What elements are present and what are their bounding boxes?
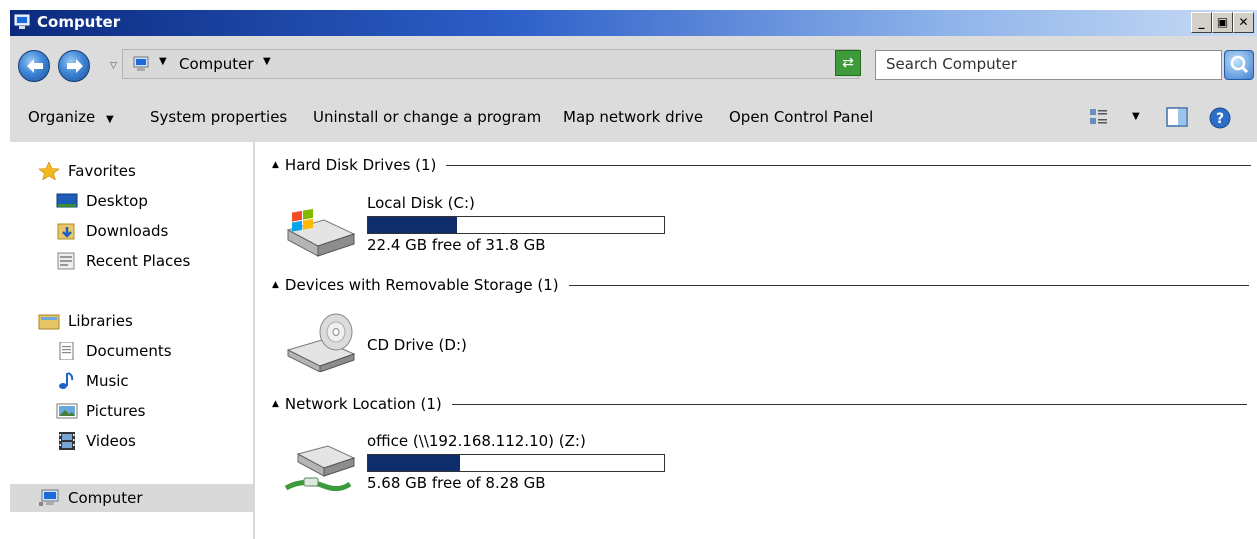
videos-icon [59, 432, 75, 450]
sidebar-label: Computer [68, 489, 143, 507]
search-placeholder: Search Computer [886, 55, 1017, 73]
sidebar-label: Favorites [68, 162, 136, 180]
recent-pages-dropdown[interactable]: ▽ [110, 61, 117, 71]
sidebar-item-documents[interactable]: Documents [56, 342, 172, 360]
restore-button[interactable]: ▣ [1212, 12, 1233, 33]
svg-text:?: ? [1216, 111, 1224, 127]
recent-places-icon [57, 252, 75, 270]
group-title: Devices with Removable Storage (1) [284, 276, 559, 294]
help-icon[interactable]: ? [1208, 106, 1232, 130]
command-bar: Organize ▼ System properties Uninstall o… [10, 94, 1257, 142]
sidebar-item-desktop[interactable]: Desktop [56, 192, 148, 210]
desktop-icon [56, 193, 78, 208]
sidebar-label: Pictures [86, 402, 146, 420]
sidebar-label: Videos [86, 432, 136, 450]
sidebar-item-favorites[interactable]: Favorites [38, 162, 136, 180]
group-title: Hard Disk Drives (1) [284, 156, 437, 174]
forward-arrow-icon [67, 59, 83, 73]
forward-button[interactable] [58, 50, 90, 82]
libraries-icon [38, 314, 60, 330]
open-control-panel-button[interactable]: Open Control Panel [729, 108, 873, 126]
refresh-button[interactable]: ⇄ [835, 50, 861, 76]
address-bar[interactable]: ▼ Computer ▼ ▼ [122, 49, 859, 79]
group-divider [568, 284, 1249, 286]
sidebar-label: Documents [86, 342, 172, 360]
drive-space-c: 22.4 GB free of 31.8 GB [367, 236, 546, 254]
downloads-folder-icon [57, 223, 75, 240]
pictures-icon [56, 403, 78, 419]
drive-usage-fill [368, 455, 460, 471]
group-header-removable-storage[interactable]: ▲ Devices with Removable Storage (1) [272, 276, 1249, 294]
back-button[interactable] [18, 50, 50, 82]
sidebar-item-computer[interactable]: Computer [10, 484, 253, 512]
collapse-arrow-icon: ▲ [272, 399, 279, 409]
navigation-pane: Favorites Desktop Downloads Recent Place… [10, 142, 255, 539]
music-icon [59, 372, 74, 389]
group-title: Network Location (1) [284, 395, 442, 413]
documents-icon [59, 342, 74, 360]
address-row: ▽ ▼ Computer ▼ ▼ ⇄ Search Computer [10, 36, 1257, 95]
chevron-down-icon: ▼ [105, 114, 114, 125]
view-options-dropdown[interactable]: ▼ [1132, 111, 1140, 122]
computer-icon [133, 56, 149, 71]
cd-drive-icon[interactable] [284, 312, 356, 372]
minimize-button[interactable]: _ [1191, 12, 1212, 33]
network-drive-icon[interactable] [284, 440, 356, 500]
drive-name-d[interactable]: CD Drive (D:) [367, 336, 467, 354]
drive-usage-bar-c [367, 216, 665, 234]
sidebar-item-pictures[interactable]: Pictures [56, 402, 145, 420]
collapse-arrow-icon: ▲ [272, 160, 279, 170]
sidebar-item-recent-places[interactable]: Recent Places [56, 252, 190, 270]
drive-usage-bar-z [367, 454, 665, 472]
computer-icon [14, 14, 30, 29]
group-header-hard-disk-drives[interactable]: ▲ Hard Disk Drives (1) [272, 156, 1252, 174]
star-icon [38, 162, 60, 180]
collapse-arrow-icon: ▲ [272, 280, 279, 290]
group-divider [446, 164, 1252, 166]
computer-icon [39, 489, 59, 506]
organize-label: Organize [28, 108, 96, 126]
drive-space-z: 5.68 GB free of 8.28 GB [367, 474, 546, 492]
sidebar-item-music[interactable]: Music [56, 372, 129, 390]
sidebar-item-videos[interactable]: Videos [56, 432, 136, 450]
sidebar-label: Downloads [86, 222, 169, 240]
search-button[interactable] [1224, 50, 1254, 80]
title-bar: Computer _ ▣ ✕ [10, 10, 1257, 36]
close-button[interactable]: ✕ [1233, 12, 1254, 33]
drive-name-c[interactable]: Local Disk (C:) [367, 194, 475, 212]
breadcrumb-computer[interactable]: Computer [179, 55, 254, 73]
search-icon [1230, 55, 1249, 74]
sidebar-label: Libraries [68, 312, 133, 330]
drive-usage-fill [368, 217, 457, 233]
chevron-down-icon[interactable]: ▼ [159, 56, 167, 67]
change-view-icon[interactable] [1088, 106, 1110, 128]
group-header-network-location[interactable]: ▲ Network Location (1) [272, 395, 1247, 413]
hard-drive-icon[interactable] [284, 200, 356, 260]
window-title: Computer [37, 13, 121, 31]
sidebar-item-libraries[interactable]: Libraries [38, 312, 133, 330]
sidebar-item-downloads[interactable]: Downloads [56, 222, 168, 240]
system-properties-button[interactable]: System properties [150, 108, 287, 126]
uninstall-program-button[interactable]: Uninstall or change a program [313, 108, 541, 126]
preview-pane-icon[interactable] [1165, 106, 1189, 128]
sidebar-label: Desktop [86, 192, 148, 210]
back-arrow-icon [27, 59, 43, 73]
group-divider [451, 403, 1247, 405]
chevron-down-icon[interactable]: ▼ [263, 56, 271, 67]
drive-name-z[interactable]: office (\\192.168.112.10) (Z:) [367, 432, 586, 450]
sidebar-label: Recent Places [86, 252, 191, 270]
map-network-drive-button[interactable]: Map network drive [563, 108, 703, 126]
search-input[interactable]: Search Computer [875, 50, 1222, 80]
sidebar-label: Music [86, 372, 129, 390]
organize-button[interactable]: Organize ▼ [28, 108, 114, 126]
